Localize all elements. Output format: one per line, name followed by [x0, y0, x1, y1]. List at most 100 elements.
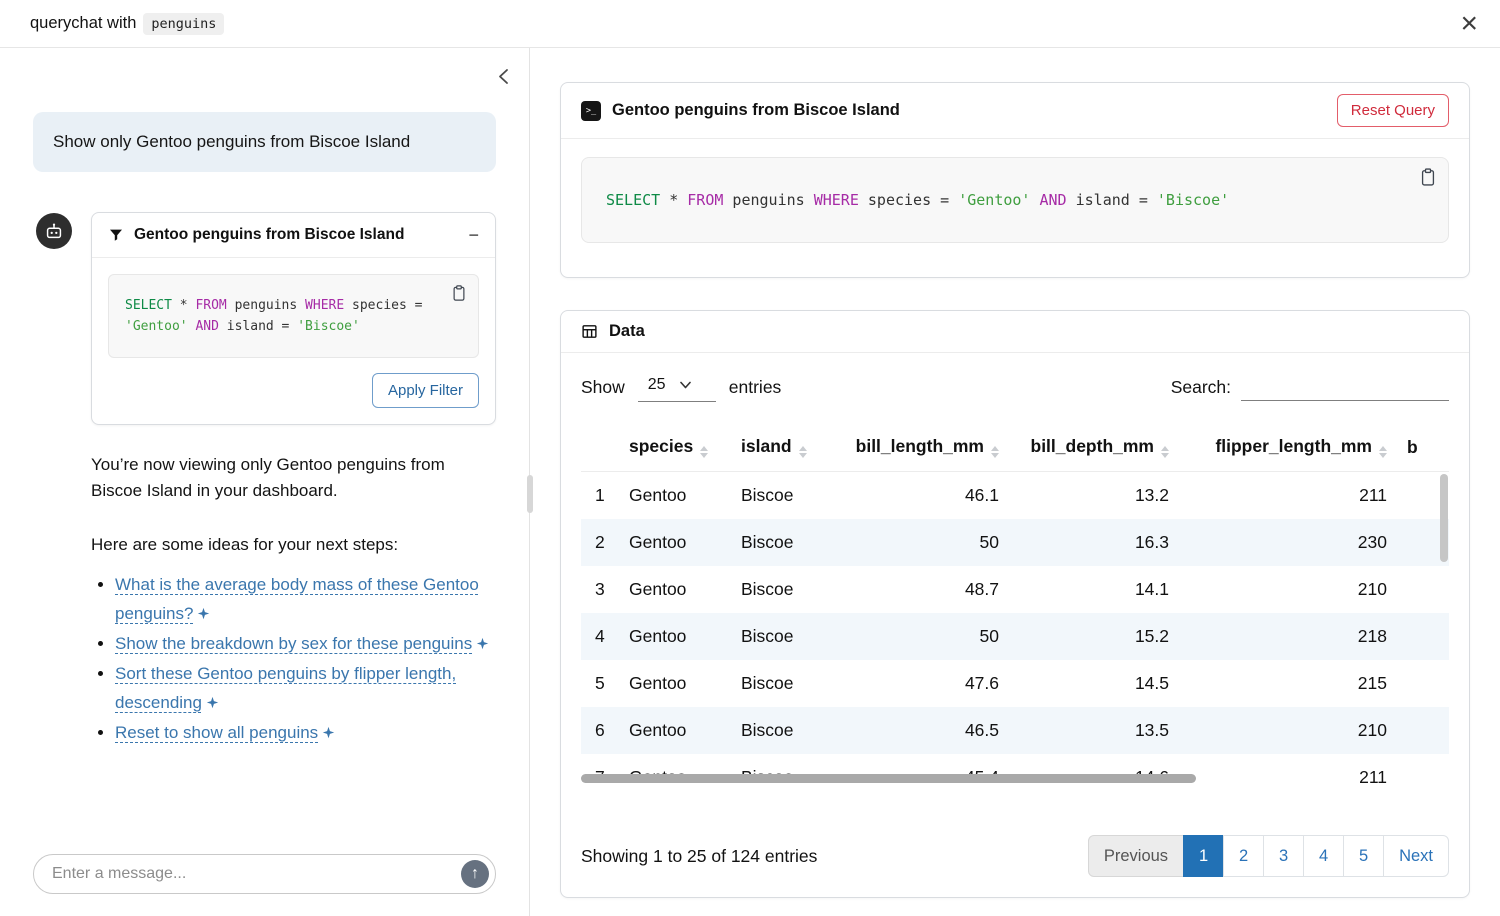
cell-body-mass-truncated — [1397, 566, 1449, 613]
sidebar-resize-handle[interactable] — [527, 475, 533, 513]
cell-body-mass-truncated — [1397, 660, 1449, 707]
row-index: 6 — [581, 707, 619, 754]
cell-species: Gentoo — [619, 754, 731, 789]
pagination-page-1[interactable]: 1 — [1183, 835, 1224, 877]
cell-bill-length: 46.1 — [831, 472, 1009, 520]
list-item: Show the breakdown by sex for these peng… — [115, 630, 496, 660]
cell-bill-depth: 14.1 — [1009, 566, 1179, 613]
table-row: 5 Gentoo Biscoe 47.6 14.5 215 — [581, 660, 1449, 707]
cell-island: Biscoe — [731, 613, 831, 660]
suggestion-link-breakdown-by-sex[interactable]: Show the breakdown by sex for these peng… — [115, 634, 472, 653]
suggestion-link-reset[interactable]: Reset to show all penguins — [115, 723, 318, 742]
titlebar: querychat with penguins × — [0, 0, 1500, 48]
row-index: 3 — [581, 566, 619, 613]
assistant-paragraph: You’re now viewing only Gentoo penguins … — [91, 452, 496, 505]
send-button[interactable]: ↑ — [461, 860, 489, 888]
terminal-icon: >_ — [581, 101, 601, 121]
column-header-island[interactable]: island — [731, 428, 831, 472]
chat-message-list: Show only Gentoo penguins from Biscoe Is… — [0, 48, 529, 842]
table-info: Showing 1 to 25 of 124 entries — [581, 846, 817, 867]
copy-button[interactable] — [448, 282, 470, 307]
chevron-left-icon — [498, 68, 509, 85]
column-header-flipper-length[interactable]: flipper_length_mm — [1179, 428, 1397, 472]
pagination-page-4[interactable]: 4 — [1303, 835, 1344, 877]
horizontal-scrollbar[interactable] — [581, 774, 1196, 783]
suggestion-link-avg-body-mass[interactable]: What is the average body mass of these G… — [115, 575, 479, 623]
row-index: 1 — [581, 472, 619, 520]
suggestion-list: What is the average body mass of these G… — [94, 571, 496, 748]
table-row: 7 Gentoo Biscoe 45.4 14.6 211 — [581, 754, 1449, 789]
chat-message-input[interactable] — [33, 854, 496, 894]
pagination-page-3[interactable]: 3 — [1263, 835, 1304, 877]
page-length-control: Show 25 entries — [581, 373, 781, 402]
minus-icon: − — [468, 225, 479, 245]
cell-species: Gentoo — [619, 472, 731, 520]
pagination-previous[interactable]: Previous — [1088, 835, 1184, 877]
cell-bill-length: 50 — [831, 613, 1009, 660]
assistant-paragraph: Here are some ideas for your next steps: — [91, 532, 496, 558]
cell-species: Gentoo — [619, 660, 731, 707]
cell-bill-depth: 14.5 — [1009, 660, 1179, 707]
collapse-card-button[interactable]: − — [468, 226, 479, 244]
table-footer: Showing 1 to 25 of 124 entries Previous … — [581, 819, 1449, 877]
filter-tool-card: Gentoo penguins from Biscoe Island − SEL… — [91, 212, 496, 425]
clipboard-icon — [1418, 167, 1438, 187]
table-row: 3 Gentoo Biscoe 48.7 14.1 210 — [581, 566, 1449, 613]
user-message-text: Show only Gentoo penguins from Biscoe Is… — [53, 128, 431, 156]
sql-code-block: SELECT * FROM penguins WHERE species = '… — [581, 157, 1449, 243]
suggestion-link-sort-by-flipper[interactable]: Sort these Gentoo penguins by flipper le… — [115, 664, 456, 712]
vertical-scrollbar[interactable] — [1440, 474, 1448, 562]
cell-island: Biscoe — [731, 519, 831, 566]
cell-species: Gentoo — [619, 519, 731, 566]
column-header-index — [581, 428, 619, 472]
column-header-body-mass-truncated[interactable]: b — [1397, 428, 1449, 472]
avatar — [36, 213, 72, 249]
sparkle-icon — [206, 696, 219, 709]
copy-button[interactable] — [1416, 165, 1440, 192]
cell-species: Gentoo — [619, 566, 731, 613]
close-button[interactable]: × — [1460, 9, 1478, 39]
chat-sidebar: Show only Gentoo penguins from Biscoe Is… — [0, 48, 530, 916]
data-card-header: Data — [561, 311, 1469, 353]
cell-body-mass-truncated — [1397, 707, 1449, 754]
pagination-next[interactable]: Next — [1383, 835, 1449, 877]
cell-flipper-length: 218 — [1179, 613, 1397, 660]
pagination: Previous 1 2 3 4 5 Next — [1089, 835, 1449, 877]
apply-filter-button[interactable]: Apply Filter — [372, 373, 479, 408]
query-card-body: SELECT * FROM penguins WHERE species = '… — [561, 139, 1469, 277]
cell-island: Biscoe — [731, 660, 831, 707]
close-icon: × — [1460, 7, 1478, 40]
table-search: Search: — [1171, 375, 1449, 401]
sidebar-collapse-button[interactable] — [496, 66, 511, 90]
list-item: Reset to show all penguins — [115, 719, 496, 749]
cell-bill-depth: 13.2 — [1009, 472, 1179, 520]
page-length-select[interactable]: 25 — [638, 373, 716, 402]
robot-icon — [43, 220, 65, 242]
app-body: Show only Gentoo penguins from Biscoe Is… — [0, 48, 1500, 916]
cell-bill-length: 46.5 — [831, 707, 1009, 754]
table-viewport: species island bill_length_mm bill_depth… — [581, 428, 1449, 789]
row-index: 2 — [581, 519, 619, 566]
data-card-body: Show 25 entries Search: — [561, 353, 1469, 897]
dashboard-main: >_ Gentoo penguins from Biscoe Island Re… — [530, 48, 1500, 916]
table-icon — [581, 323, 598, 340]
apply-filter-row: Apply Filter — [108, 373, 479, 408]
sql-query: SELECT * FROM penguins WHERE species = '… — [125, 298, 422, 334]
filter-card-body: SELECT * FROM penguins WHERE species = '… — [92, 258, 495, 424]
cell-species: Gentoo — [619, 613, 731, 660]
cell-bill-length: 45.4 — [831, 754, 1009, 789]
column-header-bill-length[interactable]: bill_length_mm — [831, 428, 1009, 472]
reset-query-button[interactable]: Reset Query — [1337, 94, 1449, 127]
sort-icon — [1161, 446, 1169, 458]
pagination-page-2[interactable]: 2 — [1223, 835, 1264, 877]
pagination-page-5[interactable]: 5 — [1343, 835, 1384, 877]
arrow-up-icon: ↑ — [471, 866, 479, 882]
sparkle-icon — [476, 637, 489, 650]
table-controls: Show 25 entries Search: — [581, 369, 1449, 404]
column-header-bill-depth[interactable]: bill_depth_mm — [1009, 428, 1179, 472]
data-card: Data Show 25 entries — [560, 310, 1470, 898]
page-length-value: 25 — [648, 376, 666, 394]
search-input[interactable] — [1241, 375, 1449, 401]
column-header-species[interactable]: species — [619, 428, 731, 472]
table-row: 6 Gentoo Biscoe 46.5 13.5 210 — [581, 707, 1449, 754]
